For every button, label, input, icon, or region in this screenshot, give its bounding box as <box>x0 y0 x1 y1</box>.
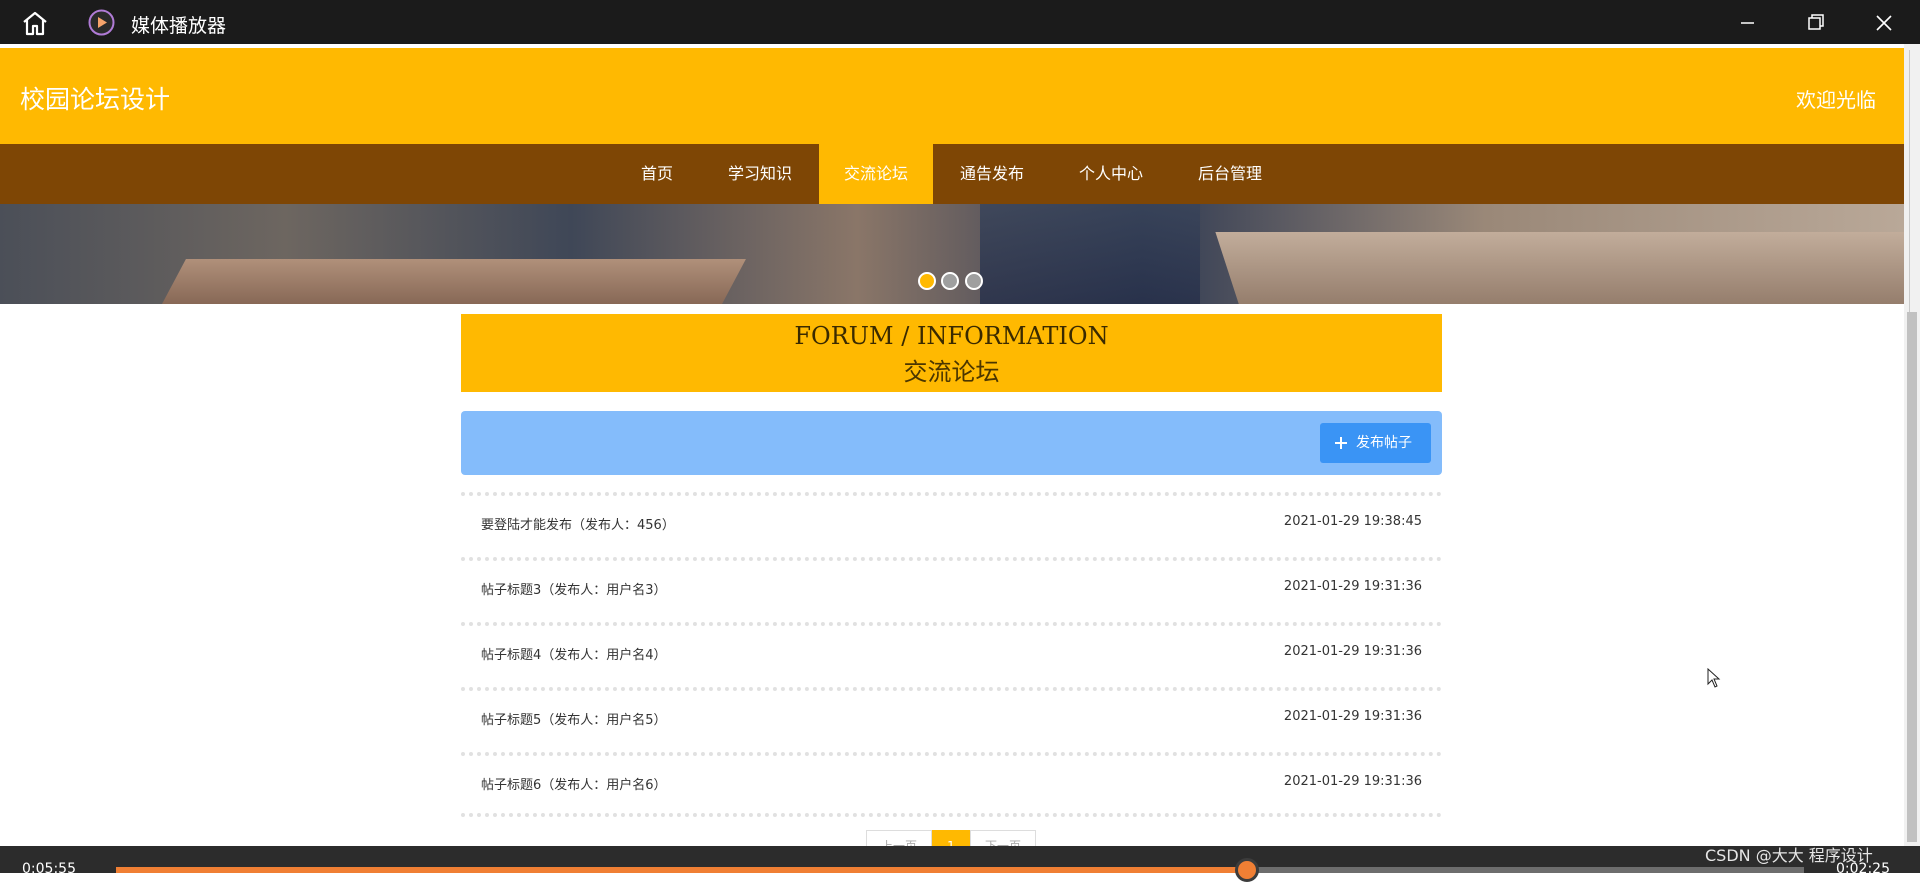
post-time: 2021-01-29 19:31:36 <box>1283 774 1422 789</box>
page-scrollbar[interactable] <box>1904 44 1920 846</box>
new-post-label: 发布帖子 <box>1356 435 1412 451</box>
nav-item-profile[interactable]: 个人中心 <box>1064 144 1158 204</box>
post-time: 2021-01-29 19:31:36 <box>1283 579 1422 594</box>
carousel-dot[interactable] <box>965 272 983 290</box>
web-page: 校园论坛设计 欢迎光临 首页 学习知识 交流论坛 通告发布 个人中心 后台管理 … <box>0 44 1904 846</box>
home-icon[interactable] <box>20 10 50 36</box>
seek-bar-fill <box>116 867 1247 873</box>
watermark: CSDN @大大 程序设计 <box>1705 846 1873 865</box>
close-icon[interactable] <box>1866 8 1902 38</box>
post-time: 2021-01-29 19:31:36 <box>1283 644 1422 659</box>
nav-item-forum[interactable]: 交流论坛 <box>819 144 933 204</box>
post-title[interactable]: 要登陆才能发布（发布人：456） <box>481 514 675 533</box>
banner-image <box>1215 232 1904 304</box>
forum-action-bar: 发布帖子 <box>461 411 1442 475</box>
page-number-button[interactable]: 1 <box>932 830 970 846</box>
carousel-dot[interactable] <box>918 272 936 290</box>
player-title-bar: 媒体播放器 <box>0 0 1920 44</box>
nav-item-admin[interactable]: 后台管理 <box>1183 144 1277 204</box>
post-row[interactable]: 帖子标题6（发布人：用户名6） 2021-01-29 19:31:36 <box>461 752 1442 817</box>
main-nav: 首页 学习知识 交流论坛 通告发布 个人中心 后台管理 <box>0 144 1904 204</box>
welcome-text: 欢迎光临 <box>1796 88 1876 112</box>
nav-item-home[interactable]: 首页 <box>620 144 694 204</box>
next-page-button[interactable]: 下一页 <box>970 830 1036 846</box>
player-controls: 0:05:55 0:02:25 <box>0 846 1920 877</box>
post-title[interactable]: 帖子标题5（发布人：用户名5） <box>481 709 667 728</box>
section-heading: FORUM / INFORMATION 交流论坛 <box>461 314 1442 392</box>
minimize-icon[interactable] <box>1729 8 1765 38</box>
post-time: 2021-01-29 19:38:45 <box>1283 514 1422 529</box>
play-circle-icon <box>88 9 115 36</box>
player-title: 媒体播放器 <box>131 15 227 37</box>
nav-item-study[interactable]: 学习知识 <box>713 144 807 204</box>
mouse-cursor-icon <box>1707 668 1721 688</box>
post-row[interactable]: 帖子标题3（发布人：用户名3） 2021-01-29 19:31:36 <box>461 557 1442 622</box>
scrollbar-thumb[interactable] <box>1907 312 1917 842</box>
plus-icon <box>1335 437 1347 449</box>
post-row[interactable]: 帖子标题5（发布人：用户名5） 2021-01-29 19:31:36 <box>461 687 1442 752</box>
carousel-dot[interactable] <box>941 272 959 290</box>
elapsed-time: 0:05:55 <box>22 861 76 877</box>
site-title: 校园论坛设计 <box>20 85 171 114</box>
nav-item-notice[interactable]: 通告发布 <box>945 144 1039 204</box>
restore-icon[interactable] <box>1797 8 1833 38</box>
banner-image <box>980 204 1200 304</box>
post-title[interactable]: 帖子标题6（发布人：用户名6） <box>481 774 667 793</box>
post-time: 2021-01-29 19:31:36 <box>1283 709 1422 724</box>
seek-knob[interactable] <box>1234 858 1259 882</box>
post-row[interactable]: 要登陆才能发布（发布人：456） 2021-01-29 19:38:45 <box>461 492 1442 557</box>
post-list: 要登陆才能发布（发布人：456） 2021-01-29 19:38:45 帖子标… <box>461 492 1442 817</box>
post-title[interactable]: 帖子标题4（发布人：用户名4） <box>481 644 667 663</box>
prev-page-button[interactable]: 上一页 <box>866 830 932 846</box>
section-heading-en: FORUM / INFORMATION <box>794 322 1109 350</box>
post-row[interactable]: 帖子标题4（发布人：用户名4） 2021-01-29 19:31:36 <box>461 622 1442 687</box>
banner-image <box>154 259 746 304</box>
site-header: 校园论坛设计 欢迎光临 <box>0 48 1904 144</box>
section-heading-cn: 交流论坛 <box>903 358 1000 386</box>
seek-bar[interactable] <box>116 867 1804 873</box>
new-post-button[interactable]: 发布帖子 <box>1320 423 1431 463</box>
post-title[interactable]: 帖子标题3（发布人：用户名3） <box>481 579 667 598</box>
